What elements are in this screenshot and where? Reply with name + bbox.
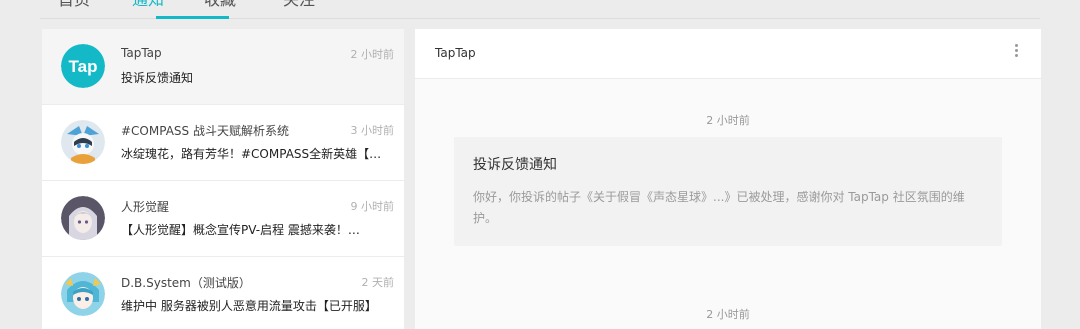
message-timestamp: 2 小时前 [706, 114, 750, 127]
message-card: 投诉反馈通知 你好，你投诉的帖子《关于假冒《声态星球》...》已被处理，感谢你对… [454, 137, 1002, 246]
message-panel-header: TapTap [415, 29, 1041, 79]
game-avatar [61, 120, 105, 164]
message-timestamp: 2 小时前 [706, 308, 750, 321]
conversation-item-renxing[interactable]: 人形觉醒 9 小时前 【人形觉醒】概念宣传PV-启程 震撼来袭！… [42, 181, 404, 257]
game-avatar [61, 272, 105, 316]
conversation-name: #COMPASS 战斗天赋解析系统 [121, 124, 289, 138]
conversation-item-compass[interactable]: #COMPASS 战斗天赋解析系统 3 小时前 冰绽瑰花，路有芳华！#COMPA… [42, 105, 404, 181]
game-avatar [61, 196, 105, 240]
message-title: 投诉反馈通知 [473, 157, 557, 173]
tab-home[interactable]: 首页 [58, 0, 90, 10]
conversation-list: Tap TapTap 2 小时前 投诉反馈通知 #COMPASS 战斗天赋解析系… [42, 29, 404, 329]
active-tab-indicator [156, 16, 229, 19]
conversation-preview: 维护中 服务器被别人恶意用流量攻击【已开服】 [121, 299, 377, 313]
conversation-time: 9 小时前 [350, 200, 395, 213]
taptap-logo-avatar: Tap [61, 44, 105, 88]
conversation-preview: 冰绽瑰花，路有芳华！#COMPASS全新英雄【… [121, 147, 382, 161]
message-body: 你好，你投诉的帖子《关于假冒《声态星球》...》已被处理，感谢你对 TapTap… [473, 190, 965, 225]
conversation-time: 2 小时前 [350, 48, 395, 61]
message-panel-title: TapTap [435, 46, 476, 60]
conversation-name: 人形觉醒 [121, 200, 170, 214]
conversation-item-taptap[interactable]: Tap TapTap 2 小时前 投诉反馈通知 [42, 29, 404, 105]
tab-following[interactable]: 关注 [283, 0, 315, 10]
conversation-item-dbsystem[interactable]: D.B.System（测试版） 2 天前 维护中 服务器被别人恶意用流量攻击【已… [42, 257, 404, 329]
top-tabs: 首页 通知 收藏 关注 [40, 0, 1040, 19]
svg-text:Tap: Tap [69, 57, 98, 76]
conversation-name: TapTap [121, 46, 162, 60]
conversation-preview: 【人形觉醒】概念宣传PV-启程 震撼来袭！… [121, 223, 360, 237]
tab-notifications[interactable]: 通知 [132, 0, 164, 10]
tab-favorites[interactable]: 收藏 [204, 0, 236, 10]
more-options-icon[interactable] [1015, 44, 1019, 58]
message-panel: TapTap 2 小时前 投诉反馈通知 你好，你投诉的帖子《关于假冒《声态星球》… [415, 29, 1041, 329]
conversation-time: 3 小时前 [350, 124, 395, 137]
conversation-name: D.B.System（测试版） [121, 276, 251, 290]
conversation-preview: 投诉反馈通知 [121, 71, 194, 85]
conversation-time: 2 天前 [361, 276, 395, 289]
